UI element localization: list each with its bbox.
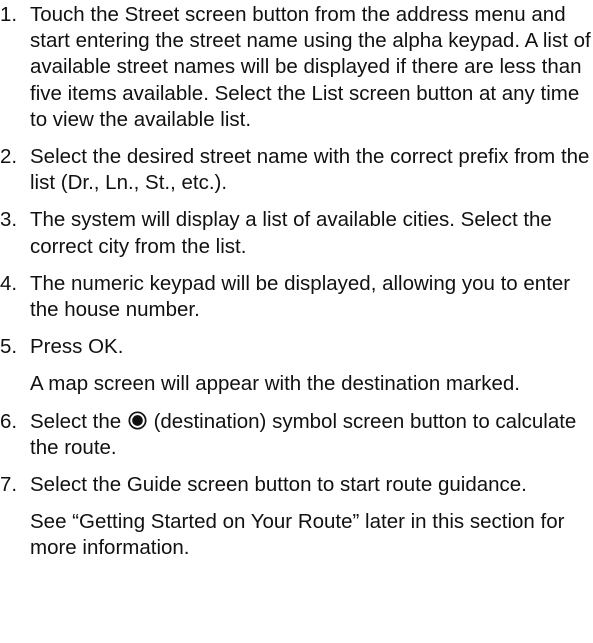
step-text: Select the desired street name with the … — [30, 145, 590, 195]
step-6: 6. Select the (destination) symbol scree… — [0, 409, 593, 461]
step-2: 2. Select the desired street name with t… — [0, 144, 593, 196]
destination-symbol-icon — [128, 411, 147, 430]
step-number: 6. — [0, 409, 18, 433]
step-text: The numeric keypad will be displayed, al… — [30, 271, 571, 322]
manual-page: 1. Touch the Street screen button from t… — [0, 0, 593, 643]
step-text: Touch the Street screen button from the … — [30, 3, 591, 131]
step-number: 4. — [0, 271, 18, 295]
step-3: 3. The system will display a list of ava… — [0, 207, 593, 259]
step-number: 2. — [0, 145, 18, 169]
step-number: 3. — [0, 208, 18, 232]
step-text: The system will display a list of availa… — [30, 208, 552, 258]
step-number: 7. — [0, 473, 18, 497]
step-note: A map screen will appear with the destin… — [30, 372, 520, 396]
step-4: 4. The numeric keypad will be displayed,… — [0, 271, 593, 323]
step-1: 1. Touch the Street screen button from t… — [0, 2, 593, 133]
step-text: Select the (destination) symbol screen b… — [30, 409, 593, 461]
step-5: 5. Press OK. A map screen will appear wi… — [0, 334, 593, 397]
step-text-before-icon: Select the — [30, 409, 122, 433]
step-note: See “Getting Started on Your Route” late… — [30, 510, 565, 560]
step-text: Select the Guide screen button to start … — [30, 473, 527, 497]
step-number: 1. — [0, 3, 18, 26]
step-7: 7. Select the Guide screen button to sta… — [0, 472, 593, 562]
step-text: Press OK. — [30, 335, 124, 359]
instruction-steps: 1. Touch the Street screen button from t… — [0, 2, 593, 573]
step-number: 5. — [0, 335, 18, 359]
